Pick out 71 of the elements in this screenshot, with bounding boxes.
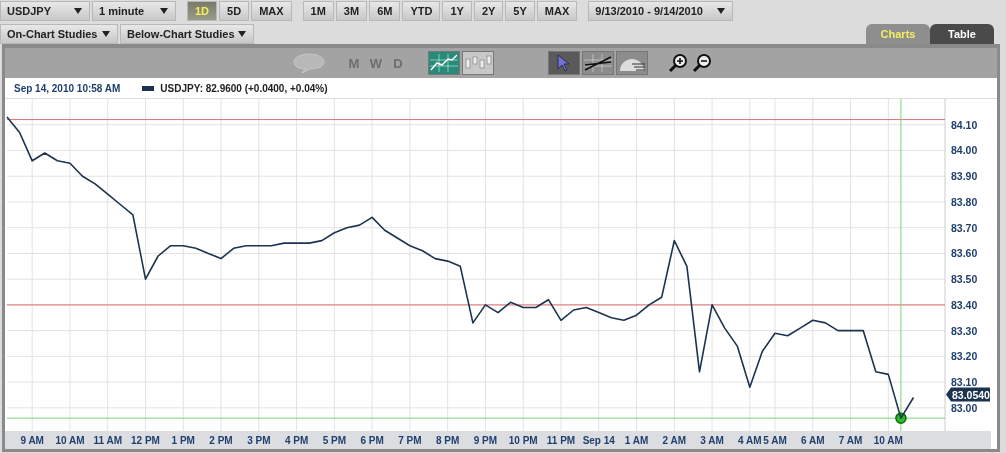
axis-label: 84.10 <box>951 118 978 131</box>
chart-type-button[interactable] <box>462 51 494 75</box>
range-button[interactable]: 1M <box>302 1 334 21</box>
caret-icon <box>74 8 82 14</box>
series-swatch <box>142 85 155 91</box>
axis-label: 10 AM <box>55 435 85 446</box>
studies-dropdown[interactable]: Below-Chart Studies <box>120 23 254 44</box>
axis-label: 83.90 <box>951 170 978 183</box>
axis-label: 2 PM <box>209 435 233 446</box>
pointer-icon <box>557 54 571 72</box>
axis-label: 3 AM <box>700 435 724 446</box>
timestamp: Sep 14, 2010 10:58 AM <box>14 82 121 94</box>
range-button[interactable]: 2Y <box>473 1 504 21</box>
range-button[interactable]: MAX <box>536 1 578 21</box>
axis-label: 3 PM <box>247 435 271 446</box>
range-button[interactable]: 5D <box>219 1 250 21</box>
range-button[interactable]: 3M <box>335 1 368 21</box>
trendline-icon <box>584 54 612 72</box>
axis-label: 83.70 <box>951 221 978 234</box>
tool-button[interactable] <box>616 51 648 75</box>
caret-icon <box>717 8 726 14</box>
date-range-dropdown[interactable]: 9/13/2010 - 9/14/2010 <box>588 1 734 21</box>
range-button[interactable]: YTD <box>402 1 441 21</box>
axis-label: 6 PM <box>360 435 384 446</box>
axis-label: 11 AM <box>93 435 122 446</box>
caret-icon <box>102 30 110 37</box>
line-chart-icon <box>430 54 458 72</box>
axis-label: 5 PM <box>322 435 347 446</box>
axis-label: 83.60 <box>951 247 978 260</box>
axis-label: 6 AM <box>801 435 825 446</box>
chart-type-button[interactable] <box>428 51 460 75</box>
view-tab[interactable]: Table <box>930 24 994 44</box>
axis-label: 10 PM <box>508 435 538 446</box>
axis-label: 83.00 <box>951 401 978 414</box>
axis-label: Sep 14 <box>582 435 615 446</box>
caret-icon <box>160 8 168 14</box>
axis-label: 83.50 <box>951 273 978 286</box>
axis-label: 1 PM <box>171 435 195 446</box>
axis-label: 84.00 <box>951 144 978 157</box>
axis-label: 1 AM <box>624 435 649 446</box>
range-button[interactable]: 1Y <box>442 1 472 21</box>
range-button[interactable]: MAX <box>251 1 292 21</box>
axis-label: 11 PM <box>546 435 576 446</box>
axis-label: 83.10 <box>951 376 978 389</box>
zoom-in-icon[interactable] <box>668 53 688 73</box>
axis-label: 8 PM <box>436 435 460 446</box>
axis-label: 9 PM <box>473 435 498 446</box>
range-button[interactable]: 5Y <box>505 1 535 21</box>
studies-dropdown[interactable]: On-Chart Studies <box>0 23 118 44</box>
axis-label: 83.40 <box>951 298 978 311</box>
candlestick-icon <box>464 54 492 72</box>
axis-label: 7 AM <box>838 435 863 446</box>
quote-text: USDJPY: 82.9600 (+0.0400, +0.04%) <box>160 82 328 94</box>
axis-label: 7 PM <box>398 435 422 446</box>
axis-label: 10 AM <box>873 435 903 446</box>
axis-label: 4 AM <box>738 435 762 446</box>
axis-label: 83.20 <box>951 350 978 363</box>
interval-dropdown[interactable]: 1 minute <box>92 1 176 21</box>
axis-label: 2 AM <box>662 435 687 446</box>
tool-button[interactable] <box>582 51 614 75</box>
axis-label: 83.80 <box>951 195 978 208</box>
axis-label: 9 AM <box>20 435 44 446</box>
axis-label: 83.30 <box>951 324 978 337</box>
range-button[interactable]: 6M <box>369 1 401 21</box>
axis-label: 5 AM <box>763 435 787 446</box>
marker-dot <box>895 412 907 424</box>
zoom-out-icon[interactable] <box>692 53 712 73</box>
axis-label: 4 PM <box>284 435 309 446</box>
symbol-dropdown[interactable]: USDJPY <box>0 1 90 21</box>
caret-icon <box>238 30 246 37</box>
axis-label: 12 PM <box>131 435 160 446</box>
